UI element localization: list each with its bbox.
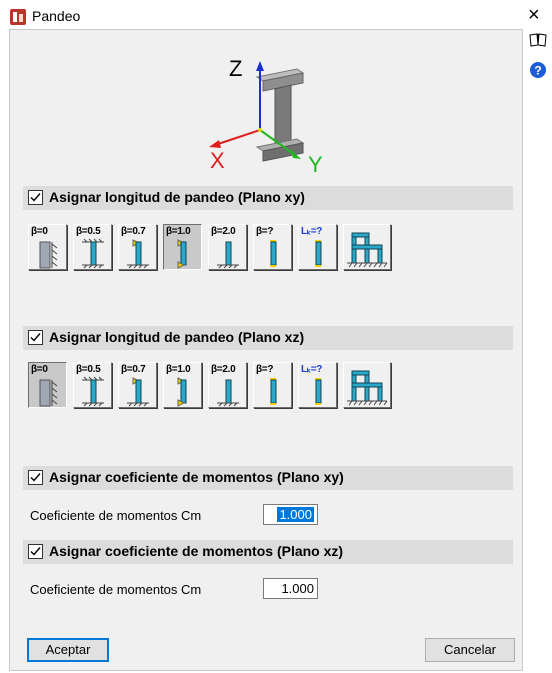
beta-unknown-button[interactable]: β=? bbox=[253, 224, 292, 270]
book-icon[interactable] bbox=[529, 32, 547, 51]
beta-0-button[interactable]: β=0 bbox=[28, 362, 67, 408]
beta-20-label: β=2.0 bbox=[211, 364, 236, 375]
beta-unknown-button[interactable]: β=? bbox=[253, 362, 292, 408]
frame-button[interactable] bbox=[343, 362, 391, 408]
beta-05-label: β=0.5 bbox=[76, 364, 101, 375]
moment-xy-checkbox[interactable] bbox=[28, 470, 43, 485]
beta-10-button[interactable]: β=1.0 bbox=[163, 224, 202, 270]
moment-xy-value: 1.000 bbox=[277, 507, 314, 522]
app-icon bbox=[10, 9, 26, 25]
generic-column-icon bbox=[270, 240, 277, 267]
pinned-pinned-column-icon bbox=[177, 239, 187, 269]
beta-unknown-label: β=? bbox=[256, 226, 274, 237]
beta-0-button[interactable]: β=0 bbox=[28, 224, 67, 270]
section-moment-xy: Asignar coeficiente de momentos (Plano x… bbox=[23, 466, 513, 490]
lk-label: Lₖ=? bbox=[301, 226, 323, 237]
moment-xz-field-label: Coeficiente de momentos Cm bbox=[30, 582, 202, 597]
lk-button[interactable]: Lₖ=? bbox=[298, 362, 337, 408]
accept-button[interactable]: Aceptar bbox=[27, 638, 109, 662]
beta-20-label: β=2.0 bbox=[211, 226, 236, 237]
beta-0-label: β=0 bbox=[31, 226, 48, 237]
plane-xz-checkbox[interactable] bbox=[28, 330, 43, 345]
beta-10-label: β=1.0 bbox=[166, 226, 191, 237]
x-axis-label: X bbox=[210, 148, 225, 173]
moment-xy-label: Asignar coeficiente de momentos (Plano x… bbox=[49, 469, 344, 485]
beta-07-label: β=0.7 bbox=[121, 226, 146, 237]
pinned-fixed-column-icon bbox=[127, 239, 149, 269]
axes-beam-illustration bbox=[209, 61, 305, 162]
fixed-fixed-column-icon bbox=[82, 376, 104, 407]
pinned-pinned-column-icon bbox=[177, 377, 187, 407]
plane-xz-label: Asignar longitud de pandeo (Plano xz) bbox=[49, 329, 305, 345]
effective-length-column-icon bbox=[315, 378, 322, 405]
moment-xz-input[interactable]: 1.000 bbox=[263, 578, 318, 599]
effective-length-column-icon bbox=[315, 240, 322, 267]
beta-05-button[interactable]: β=0.5 bbox=[73, 362, 112, 408]
fixed-fixed-column-icon bbox=[82, 238, 104, 269]
fixed-column-icon bbox=[39, 379, 58, 407]
beta-10-button[interactable]: β=1.0 bbox=[163, 362, 202, 408]
beta-0-label: β=0 bbox=[31, 364, 48, 375]
beta-07-button[interactable]: β=0.7 bbox=[118, 362, 157, 408]
beta-20-button[interactable]: β=2.0 bbox=[208, 362, 247, 408]
moment-xz-checkbox[interactable] bbox=[28, 544, 43, 559]
moment-xz-value: 1.000 bbox=[281, 581, 314, 596]
section-moment-xz: Asignar coeficiente de momentos (Plano x… bbox=[23, 540, 513, 564]
beta-10-label: β=1.0 bbox=[166, 364, 191, 375]
help-icon[interactable]: ? bbox=[529, 61, 547, 82]
beta-05-button[interactable]: β=0.5 bbox=[73, 224, 112, 270]
frame-button[interactable] bbox=[343, 224, 391, 270]
plane-xy-label: Asignar longitud de pandeo (Plano xy) bbox=[49, 189, 305, 205]
y-axis-label: Y bbox=[308, 152, 323, 177]
beta-05-label: β=0.5 bbox=[76, 226, 101, 237]
frame-icon bbox=[347, 370, 388, 406]
beta-unknown-label: β=? bbox=[256, 364, 274, 375]
pinned-fixed-column-icon bbox=[127, 377, 149, 407]
cantilever-column-icon bbox=[217, 379, 239, 407]
close-button[interactable]: × bbox=[528, 5, 540, 25]
section-plane-xz: Asignar longitud de pandeo (Plano xz) bbox=[23, 326, 513, 350]
window-title: Pandeo bbox=[32, 8, 81, 24]
buckling-buttons-xz: β=0 β=0.5 β=0.7 β=1.0 β=2.0 β=? Lₖ=? bbox=[28, 362, 518, 412]
lk-button[interactable]: Lₖ=? bbox=[298, 224, 337, 270]
moment-xy-field-label: Coeficiente de momentos Cm bbox=[30, 508, 202, 523]
moment-xz-label: Asignar coeficiente de momentos (Plano x… bbox=[49, 543, 344, 559]
cantilever-column-icon bbox=[217, 241, 239, 269]
svg-text:?: ? bbox=[534, 64, 541, 78]
beta-07-button[interactable]: β=0.7 bbox=[118, 224, 157, 270]
section-plane-xy: Asignar longitud de pandeo (Plano xy) bbox=[23, 186, 513, 210]
beta-07-label: β=0.7 bbox=[121, 364, 146, 375]
frame-icon bbox=[347, 232, 388, 268]
buckling-buttons-xy: β=0 β=0.5 β=0.7 β=1.0 β=2.0 β=? Lₖ=? bbox=[28, 224, 518, 274]
lk-label: Lₖ=? bbox=[301, 364, 323, 375]
title-bar: Pandeo × bbox=[0, 0, 552, 28]
fixed-column-icon bbox=[39, 241, 58, 269]
beta-20-button[interactable]: β=2.0 bbox=[208, 224, 247, 270]
plane-xy-checkbox[interactable] bbox=[28, 190, 43, 205]
moment-xy-input[interactable]: 1.000 bbox=[263, 504, 318, 525]
generic-column-icon bbox=[270, 378, 277, 405]
z-axis-label: Z bbox=[229, 56, 243, 81]
cancel-button[interactable]: Cancelar bbox=[425, 638, 515, 662]
